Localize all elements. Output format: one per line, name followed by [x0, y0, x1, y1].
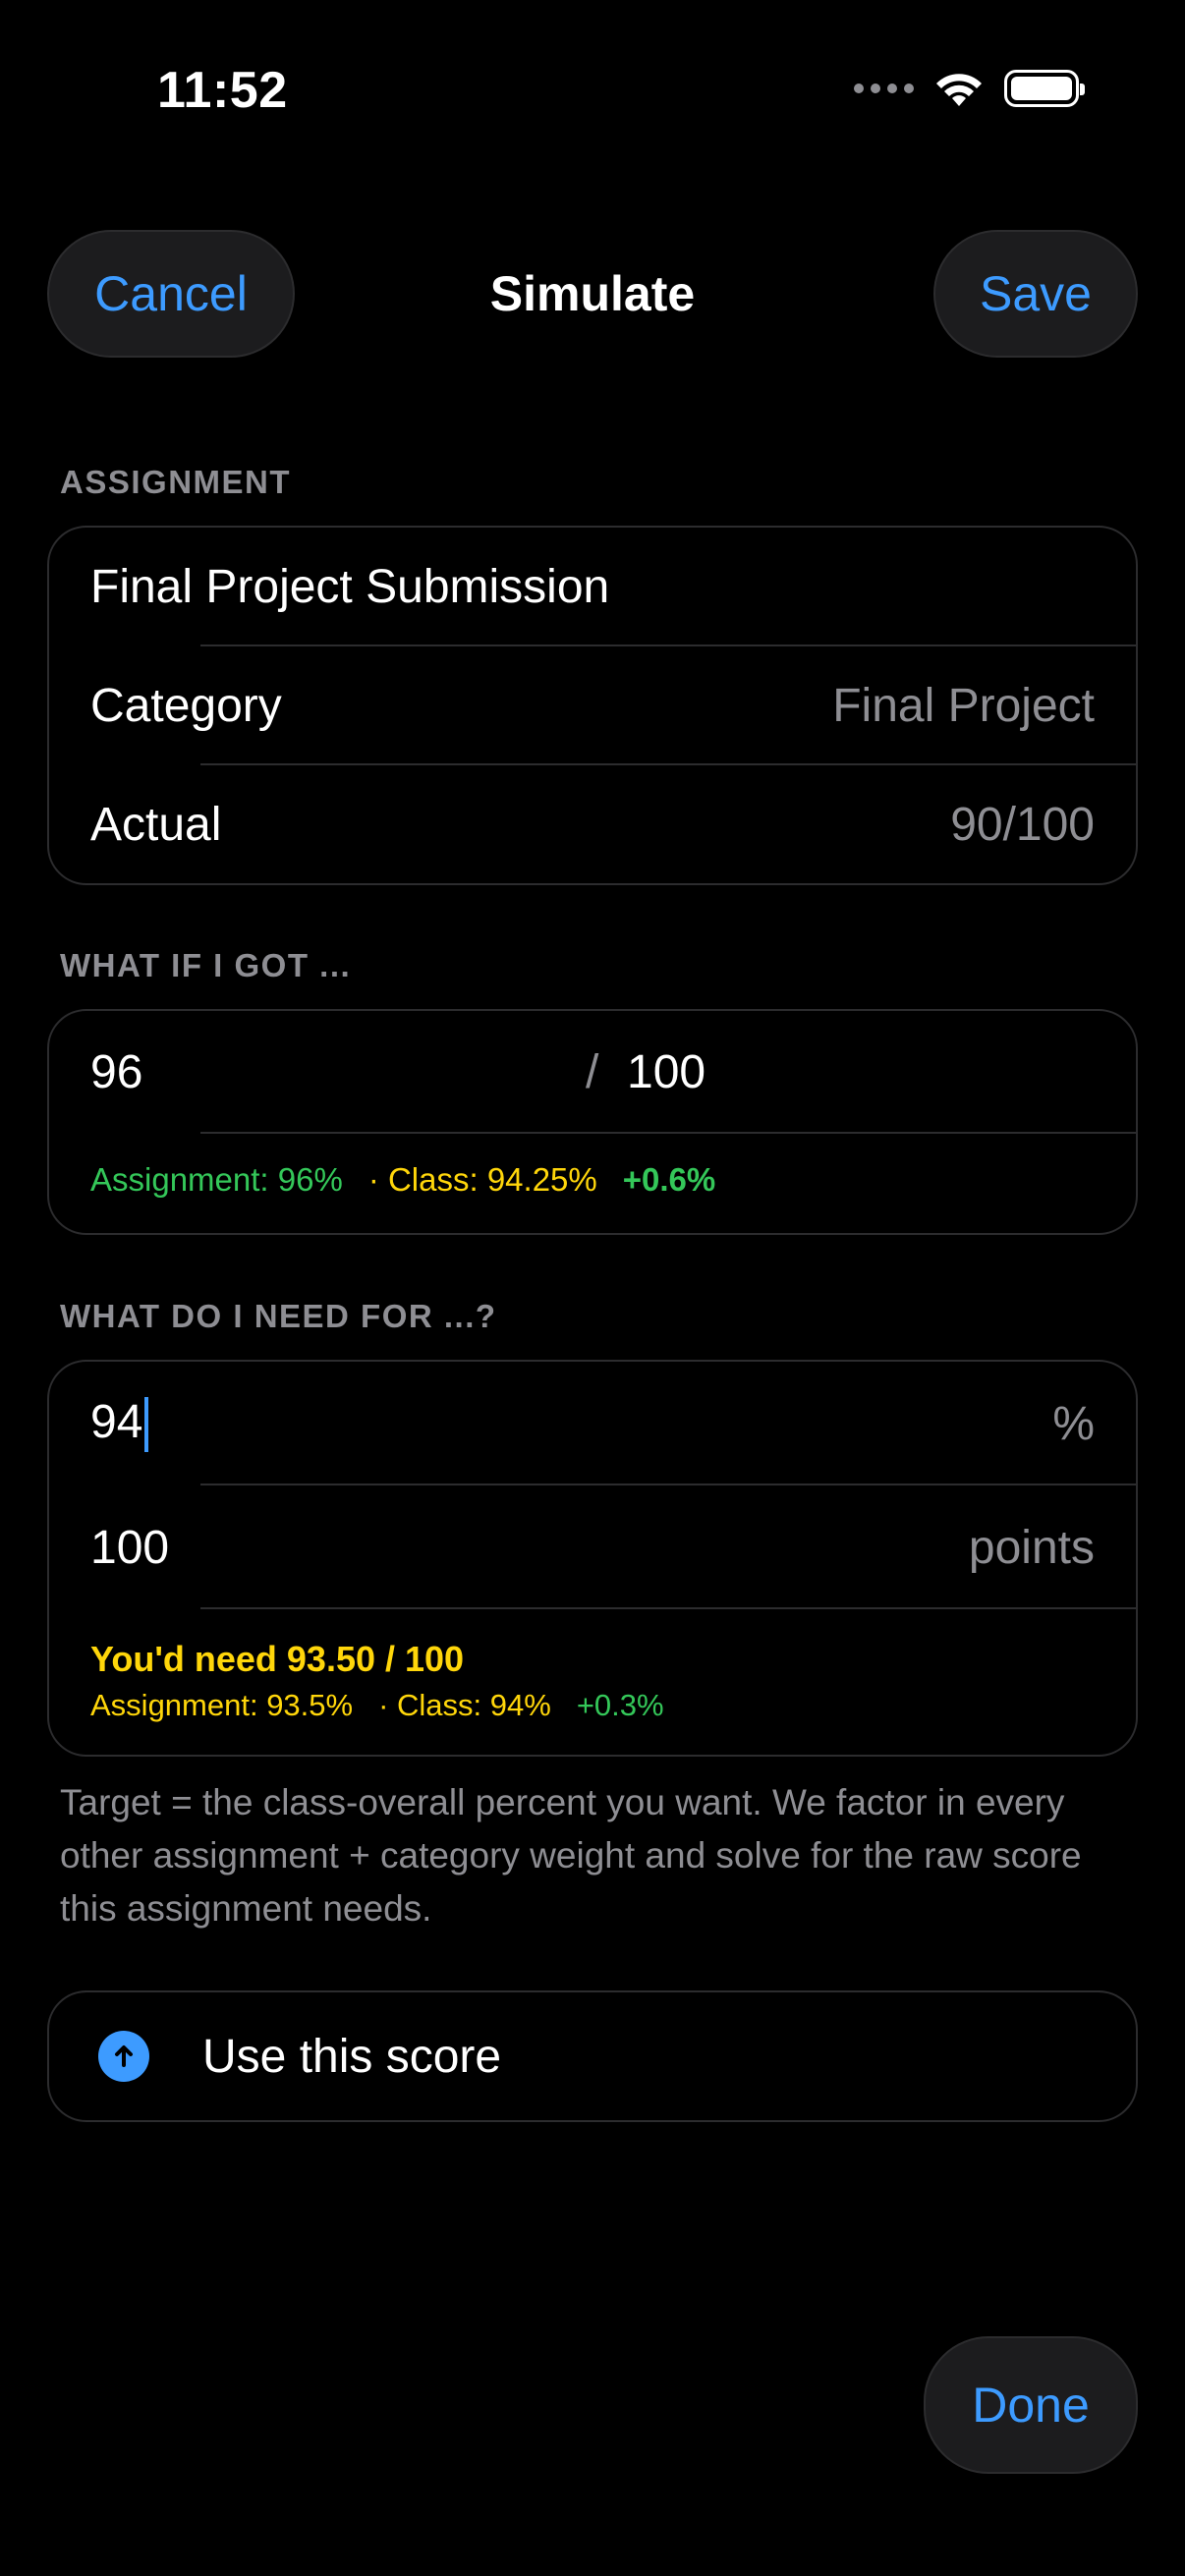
assignment-section-header: ASSIGNMENT — [60, 464, 292, 500]
target-row: 94 % — [49, 1362, 1136, 1485]
need-delta: +0.3% — [576, 1688, 664, 1722]
footnote-text: Target = the class-overall percent you w… — [60, 1782, 1082, 1929]
what-if-card: 96 / 100 Assignment: 96% · Class: 94.25%… — [47, 1009, 1138, 1235]
what-if-score-row: 96 / 100 — [49, 1011, 1136, 1134]
text-cursor — [144, 1397, 149, 1453]
battery-icon — [1004, 70, 1085, 107]
target-unit: % — [1052, 1397, 1095, 1450]
what-if-delta: +0.6% — [622, 1161, 716, 1198]
what-if-out-of-input[interactable]: 100 — [627, 1045, 705, 1099]
category-value: Final Project — [832, 680, 1095, 732]
assignment-name-row: Final Project Submission — [49, 528, 1136, 646]
score-slash: / — [586, 1046, 599, 1098]
cellular-icon — [854, 84, 914, 93]
actual-row: Actual 90/100 — [49, 765, 1136, 883]
done-button[interactable]: Done — [924, 2336, 1138, 2474]
what-if-section-header: WHAT IF I GOT ... — [60, 947, 352, 983]
target-input[interactable]: 94 — [90, 1395, 149, 1453]
category-row: Category Final Project — [49, 646, 1136, 765]
target-value: 94 — [90, 1395, 143, 1448]
actual-value: 90/100 — [950, 799, 1095, 851]
points-row: 100 points — [49, 1485, 1136, 1609]
what-if-class-pct: · Class: 94.25% — [367, 1161, 597, 1198]
assignment-card: Final Project Submission Category Final … — [47, 526, 1138, 885]
points-unit: points — [968, 1521, 1095, 1574]
use-this-score-label: Use this score — [202, 2030, 502, 2083]
need-stats: Assignment: 93.5% · Class: 94% +0.3% — [90, 1688, 1095, 1723]
use-this-score-button[interactable]: Use this score — [47, 1990, 1138, 2122]
category-label: Category — [90, 680, 282, 732]
need-for-section-header: WHAT DO I NEED FOR ...? — [60, 1298, 497, 1334]
what-if-assignment-pct: Assignment: 96% — [90, 1161, 343, 1198]
what-if-stats: Assignment: 96% · Class: 94.25% +0.6% — [49, 1134, 1136, 1233]
status-icons — [854, 69, 1085, 108]
assignment-name: Final Project Submission — [90, 561, 610, 613]
arrow-up-circle-icon — [98, 2031, 149, 2082]
actual-label: Actual — [90, 799, 222, 851]
need-for-card: 94 % 100 points You'd need 93.50 / 100 A… — [47, 1360, 1138, 1757]
need-class-pct: · Class: 94% — [378, 1688, 551, 1722]
need-result-text: You'd need 93.50 / 100 — [90, 1639, 465, 1679]
divider — [200, 1607, 1136, 1609]
status-time: 11:52 — [157, 62, 288, 119]
what-if-score-input[interactable]: 96 — [90, 1045, 142, 1099]
wifi-icon — [936, 74, 982, 106]
save-button[interactable]: Save — [933, 230, 1138, 358]
points-input[interactable]: 100 — [90, 1521, 169, 1575]
need-result: You'd need 93.50 / 100 Assignment: 93.5%… — [49, 1609, 1136, 1755]
divider — [200, 1132, 1136, 1134]
need-assignment-pct: Assignment: 93.5% — [90, 1688, 354, 1722]
